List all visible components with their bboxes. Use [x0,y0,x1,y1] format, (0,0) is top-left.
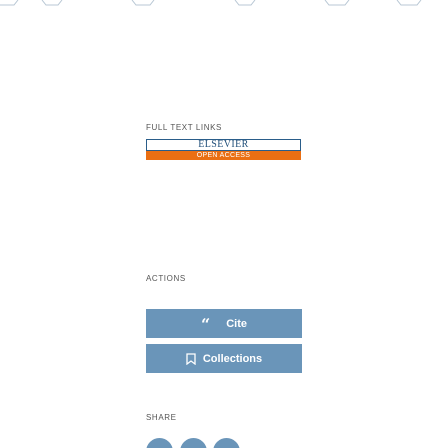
elsevier-full-text-link[interactable]: ELSEVIER OPEN ACCESS [146,139,301,160]
full-text-links-heading: FULL TEXT LINKS [146,123,222,132]
share-heading: SHARE [146,413,177,422]
actions-heading: ACTIONS [146,274,186,283]
collections-button-label: Collections [202,352,263,365]
share-icon[interactable] [146,438,173,448]
collections-button[interactable]: Collections [146,344,302,373]
open-access-badge: OPEN ACCESS [146,151,301,160]
tab-outline [0,0,422,6]
share-icon[interactable] [213,438,240,448]
page-root: FULL TEXT LINKS ELSEVIER OPEN ACCESS ACT… [0,0,448,448]
bookmark-icon [186,352,196,365]
share-icons-row [146,438,306,448]
top-tab-strip [0,0,448,20]
cite-button[interactable]: “ Cite [146,309,302,338]
quote-icon: “ [201,314,211,334]
cite-button-label: Cite [226,317,247,330]
share-icon[interactable] [180,438,207,448]
publisher-name: ELSEVIER [146,139,301,151]
